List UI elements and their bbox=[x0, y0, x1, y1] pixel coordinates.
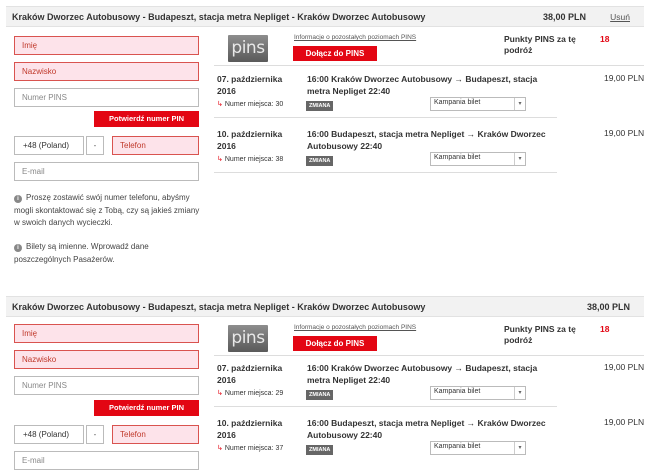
divider bbox=[214, 406, 557, 407]
total-price: 38,00 PLN bbox=[586, 302, 630, 312]
booking-header: Kraków Dworzec Autobusowy - Budapeszt, s… bbox=[6, 296, 644, 317]
last-name-input[interactable] bbox=[14, 350, 199, 369]
booking-header: Kraków Dworzec Autobusowy - Budapeszt, s… bbox=[6, 6, 644, 27]
pins-points-value: 18 bbox=[600, 324, 610, 334]
pins-logo: pins bbox=[228, 325, 268, 352]
seat-icon: ↳ bbox=[217, 101, 223, 108]
campaign-select[interactable]: Kampania bilet ▾ bbox=[430, 97, 526, 111]
trip-date: 07. października 2016 bbox=[217, 74, 283, 96]
trip-description: 16:00 Kraków Dworzec Autobusowy → Budape… bbox=[307, 363, 538, 385]
chevron-down-icon: ▾ bbox=[514, 387, 525, 399]
seat-icon: ↳ bbox=[217, 390, 223, 397]
pins-points-label: Punkty PINS za tę podróż bbox=[504, 34, 576, 55]
trip-price: 19,00 PLN bbox=[604, 417, 645, 427]
remove-link[interactable]: Usuń bbox=[610, 12, 630, 22]
chevron-down-icon: ▾ bbox=[514, 98, 525, 110]
change-seat-button[interactable]: ZMIANA bbox=[306, 390, 334, 400]
trip-row: 07. października 2016 16:00 Kraków Dworz… bbox=[214, 357, 644, 407]
last-name-input[interactable] bbox=[14, 62, 199, 81]
confirm-pin-button[interactable]: Potwierdź numer PIN bbox=[94, 400, 199, 416]
first-name-input[interactable] bbox=[14, 324, 199, 343]
seat-number: ↳ Numer miejsca: 29 bbox=[217, 390, 284, 397]
campaign-select[interactable]: Kampania bilet ▾ bbox=[430, 386, 526, 400]
country-code-dropdown-button[interactable]: - bbox=[86, 425, 104, 444]
trip-date: 10. października 2016 bbox=[217, 418, 283, 440]
booking-block: Kraków Dworzec Autobusowy - Budapeszt, s… bbox=[6, 296, 644, 473]
phone-input[interactable] bbox=[112, 136, 199, 155]
info-icon: i bbox=[14, 244, 22, 252]
pins-points-value: 18 bbox=[600, 34, 610, 44]
trip-price: 19,00 PLN bbox=[604, 362, 645, 372]
phone-info-note: i Proszę zostawić swój numer telefonu, ab… bbox=[14, 193, 200, 227]
chevron-down-icon: ▾ bbox=[514, 153, 525, 165]
booking-block: Kraków Dworzec Autobusowy - Budapeszt, s… bbox=[6, 6, 644, 296]
trip-row: 07. października 2016 16:00 Kraków Dworz… bbox=[214, 68, 644, 118]
tickets-info-note: i Bilety są imienne. Wprowadź dane poszcz… bbox=[14, 242, 149, 264]
change-seat-button[interactable]: ZMIANA bbox=[306, 156, 334, 166]
route-title: Kraków Dworzec Autobusowy - Budapeszt, s… bbox=[12, 12, 426, 22]
seat-number: ↳ Numer miejsca: 38 bbox=[217, 156, 284, 163]
trip-price: 19,00 PLN bbox=[604, 73, 645, 83]
email-input[interactable] bbox=[14, 162, 199, 181]
pins-logo: pins bbox=[228, 35, 268, 62]
first-name-input[interactable] bbox=[14, 36, 199, 55]
seat-number: ↳ Numer miejsca: 30 bbox=[217, 101, 284, 108]
divider bbox=[214, 172, 557, 173]
change-seat-button[interactable]: ZMIANA bbox=[306, 445, 334, 455]
trip-row: 10. października 2016 16:00 Budapeszt, s… bbox=[214, 123, 644, 173]
country-code-dropdown-button[interactable]: - bbox=[86, 136, 104, 155]
info-icon: i bbox=[14, 195, 22, 203]
trip-description: 16:00 Kraków Dworzec Autobusowy → Budape… bbox=[307, 74, 538, 96]
divider bbox=[214, 117, 557, 118]
trip-date: 10. października 2016 bbox=[217, 129, 283, 151]
seat-icon: ↳ bbox=[217, 445, 223, 452]
confirm-pin-button[interactable]: Potwierdź numer PIN bbox=[94, 111, 199, 127]
campaign-select[interactable]: Kampania bilet ▾ bbox=[430, 152, 526, 166]
pins-panel: pins Informacje o pozostałych poziomach … bbox=[214, 30, 644, 66]
chevron-down-icon: ▾ bbox=[514, 442, 525, 454]
route-title: Kraków Dworzec Autobusowy - Budapeszt, s… bbox=[12, 302, 426, 312]
trip-date: 07. października 2016 bbox=[217, 363, 283, 385]
join-pins-button[interactable]: Dołącz do PINS bbox=[293, 46, 377, 61]
pins-points-label: Punkty PINS za tę podróż bbox=[504, 324, 576, 345]
total-price: 38,00 PLN bbox=[542, 12, 586, 22]
trip-description: 16:00 Budapeszt, stacja metra Nepliget →… bbox=[307, 418, 546, 440]
pins-levels-link[interactable]: Informacje o pozostałych poziomach PINS bbox=[294, 324, 416, 331]
pins-number-input[interactable] bbox=[14, 376, 199, 395]
pins-number-input[interactable] bbox=[14, 88, 199, 107]
email-input[interactable] bbox=[14, 451, 199, 470]
campaign-select[interactable]: Kampania bilet ▾ bbox=[430, 441, 526, 455]
pins-panel: pins Informacje o pozostałych poziomach … bbox=[214, 320, 644, 356]
phone-input[interactable] bbox=[112, 425, 199, 444]
join-pins-button[interactable]: Dołącz do PINS bbox=[293, 336, 377, 351]
seat-number: ↳ Numer miejsca: 37 bbox=[217, 445, 284, 452]
country-code-select[interactable]: +48 (Poland) bbox=[14, 425, 84, 444]
trip-price: 19,00 PLN bbox=[604, 128, 645, 138]
trip-row: 10. października 2016 16:00 Budapeszt, s… bbox=[214, 412, 644, 462]
change-seat-button[interactable]: ZMIANA bbox=[306, 101, 334, 111]
trip-description: 16:00 Budapeszt, stacja metra Nepliget →… bbox=[307, 129, 546, 151]
seat-icon: ↳ bbox=[217, 156, 223, 163]
country-code-select[interactable]: +48 (Poland) bbox=[14, 136, 84, 155]
pins-levels-link[interactable]: Informacje o pozostałych poziomach PINS bbox=[294, 34, 416, 41]
